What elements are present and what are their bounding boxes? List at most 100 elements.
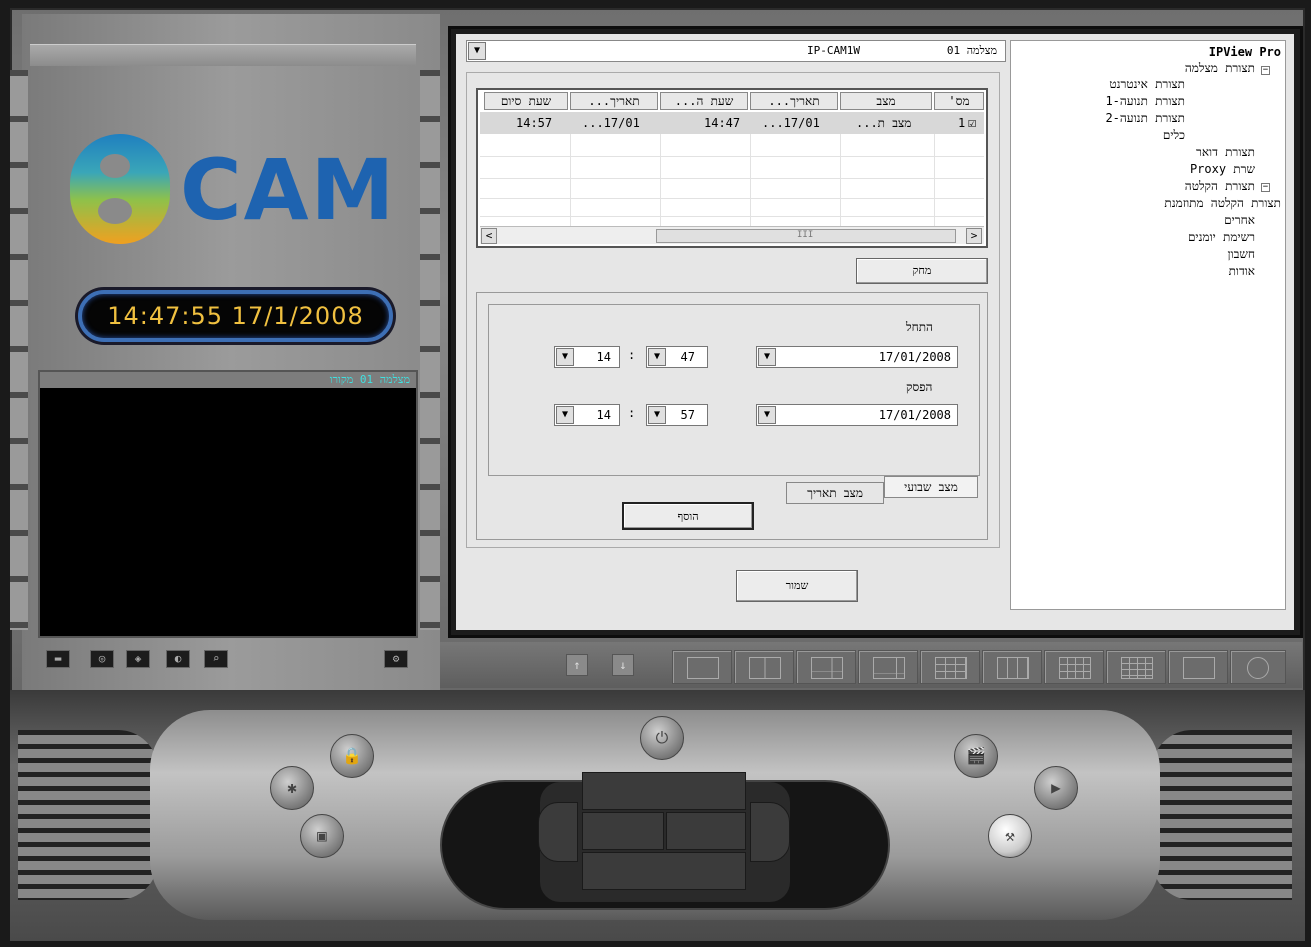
ptz-zoom-out-button[interactable] <box>582 812 664 850</box>
search-icon[interactable]: ⌕ <box>204 650 228 668</box>
stop-hour-field[interactable]: ▼ 14 <box>554 404 620 426</box>
right-slats <box>420 70 440 630</box>
ptz-right-button[interactable] <box>750 802 790 862</box>
col-start-time[interactable]: שעת ה... <box>660 92 748 110</box>
tab-by-date[interactable]: מצב תאריך <box>786 482 884 504</box>
grid-line <box>840 134 841 226</box>
tree-item-about[interactable]: אודות <box>1229 264 1255 279</box>
camera-preview[interactable]: מצלמה 01 מקורו <box>38 370 418 638</box>
page-down-icon[interactable]: ↓ <box>612 654 634 676</box>
stop-label: הפסק <box>906 380 933 394</box>
layout-16-icon[interactable] <box>1106 650 1166 684</box>
expander-minus-icon[interactable]: − <box>1261 66 1270 75</box>
audio-icon[interactable]: ◐ <box>166 650 190 668</box>
col-mode[interactable]: מצב <box>840 92 932 110</box>
schedule-table[interactable]: שעת סיום תאריך... שעת ה... תאריך... מצב … <box>476 88 988 248</box>
deck-grille-left <box>18 730 158 900</box>
tree-item-camera[interactable]: תצורת מצלמה <box>1185 61 1255 76</box>
time-separator: : <box>628 406 636 420</box>
tab-weekly[interactable]: מצב שבועי <box>884 476 978 498</box>
stop-minute-field[interactable]: ▼ 57 <box>646 404 708 426</box>
grid-line <box>750 134 751 226</box>
snapshot-icon[interactable]: ◈ <box>126 650 150 668</box>
add-button[interactable]: הוסף <box>622 502 754 530</box>
layout-9-icon[interactable] <box>920 650 980 684</box>
cell-start-date: ...17/01 <box>762 116 820 130</box>
horizontal-scrollbar[interactable]: < III > <box>480 226 984 244</box>
checkbox-icon[interactable]: ☑ <box>968 114 976 132</box>
scroll-thumb[interactable]: III <box>656 229 956 243</box>
tree-item-scheduled-recording[interactable]: תצורת הקלטה מתוזמנת <box>1164 196 1281 211</box>
brand-logo: CAM <box>70 134 400 244</box>
ptz-zoom-in-button[interactable] <box>666 812 746 850</box>
layout-4-icon[interactable] <box>734 650 794 684</box>
tree-item-mail[interactable]: תצורת דואר <box>1196 145 1255 160</box>
layout-1-icon[interactable] <box>672 650 732 684</box>
chevron-down-icon[interactable]: ▼ <box>758 406 776 424</box>
tree-item-tools[interactable]: כלים <box>1163 128 1185 143</box>
layout-6-icon[interactable] <box>796 650 856 684</box>
col-number[interactable]: מס' <box>934 92 984 110</box>
play-icon[interactable]: ▶ <box>1034 766 1078 810</box>
cell-mode: מצב ת... <box>856 116 912 130</box>
layout-13-icon[interactable] <box>1044 650 1104 684</box>
scroll-right-icon[interactable]: > <box>966 228 982 244</box>
sequence-icon[interactable] <box>1230 650 1286 684</box>
tree-item-motion2[interactable]: תצורת תנועה-2 <box>1105 111 1185 126</box>
photo-icon[interactable]: ▣ <box>300 814 344 858</box>
tree-item-recording[interactable]: תצורת הקלטה <box>1185 179 1255 194</box>
settings-icon[interactable]: ⚙ <box>384 650 408 668</box>
chevron-down-icon[interactable]: ▼ <box>556 348 574 366</box>
cell-number: 1 <box>958 116 966 130</box>
tree-item-internet[interactable]: תצורת אינטרנט <box>1109 77 1185 92</box>
scroll-left-icon[interactable]: < <box>481 228 497 244</box>
tree-item-logs[interactable]: רשימת יומנים <box>1188 230 1255 245</box>
chevron-down-icon[interactable]: ▼ <box>758 348 776 366</box>
tree-root[interactable]: IPView Pro <box>1209 45 1281 59</box>
start-minute-field[interactable]: ▼ 47 <box>646 346 708 368</box>
left-icon-bar: ▬ ◎ ◈ ◐ ⌕ ⚙ <box>44 648 424 670</box>
stop-minute-value: 57 <box>680 408 695 422</box>
tree-item-proxy[interactable]: שרת Proxy <box>1190 162 1255 177</box>
time-separator: : <box>628 348 636 362</box>
clock-display: 14:47:55 17/1/2008 <box>78 290 393 342</box>
record-icon[interactable]: ◎ <box>90 650 114 668</box>
stop-date-field[interactable]: ▼ 17/01/2008 <box>756 404 958 426</box>
film-icon[interactable]: 🎬 <box>954 734 998 778</box>
tree-item-others[interactable]: אחרים <box>1224 213 1255 228</box>
col-start-date[interactable]: תאריך... <box>750 92 838 110</box>
cell-end-date: ...17/01 <box>582 116 640 130</box>
tree-item-motion1[interactable]: תצורת תנועה-1 <box>1105 94 1185 109</box>
chevron-down-icon[interactable]: ▼ <box>648 406 666 424</box>
expander-minus-icon[interactable]: − <box>1261 183 1270 192</box>
col-end-time[interactable]: שעת סיום <box>484 92 568 110</box>
delete-button[interactable]: מחק <box>856 258 988 284</box>
logo-eight-icon <box>70 134 170 244</box>
stop-date-value: 17/01/2008 <box>878 408 951 422</box>
web-icon[interactable]: ✱ <box>270 766 314 810</box>
camera-model: IP-CAM1W <box>807 44 860 57</box>
grid-line <box>934 134 935 226</box>
start-date-field[interactable]: ▼ 17/01/2008 <box>756 346 958 368</box>
camera-icon[interactable]: ▬ <box>46 650 70 668</box>
chevron-down-icon[interactable]: ▼ <box>468 42 486 60</box>
lock-icon[interactable]: 🔒 <box>330 734 374 778</box>
tools-icon[interactable]: ⚒ <box>988 814 1032 858</box>
power-icon[interactable]: ⏻ <box>640 716 684 760</box>
camera-select[interactable]: ▼ IP-CAM1W מצלמה 01 <box>466 40 1006 62</box>
chevron-down-icon[interactable]: ▼ <box>648 348 666 366</box>
tree-item-account[interactable]: חשבון <box>1227 247 1255 262</box>
chevron-down-icon[interactable]: ▼ <box>556 406 574 424</box>
ptz-left-button[interactable] <box>538 802 578 862</box>
save-button[interactable]: שמור <box>736 570 858 602</box>
start-hour-field[interactable]: ▼ 14 <box>554 346 620 368</box>
layout-8-icon[interactable] <box>858 650 918 684</box>
ptz-down-button[interactable] <box>582 852 746 890</box>
ptz-up-button[interactable] <box>582 772 746 810</box>
grid-line <box>480 156 984 157</box>
layout-pip-icon[interactable] <box>1168 650 1228 684</box>
grid-line <box>480 178 984 179</box>
col-end-date[interactable]: תאריך... <box>570 92 658 110</box>
layout-10-icon[interactable] <box>982 650 1042 684</box>
page-up-icon[interactable]: ↑ <box>566 654 588 676</box>
